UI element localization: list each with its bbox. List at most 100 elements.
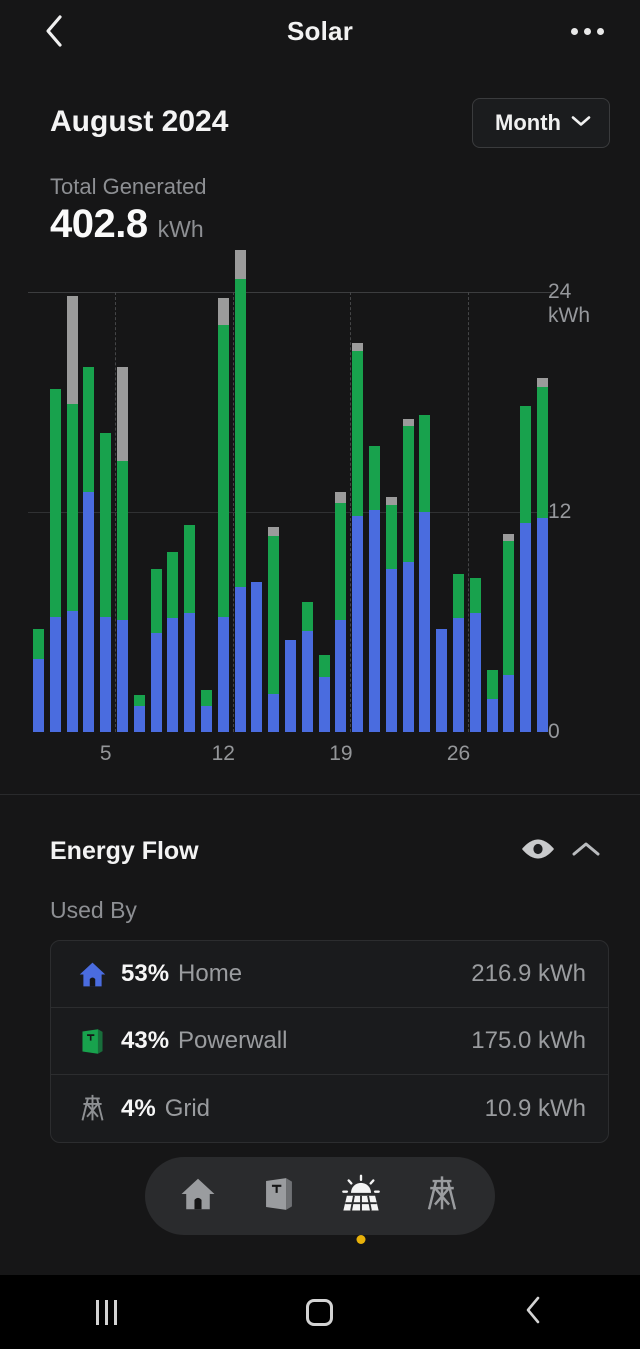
chart-bar[interactable] [469, 578, 481, 732]
collapse-section-button[interactable] [562, 831, 610, 871]
chart-bar[interactable] [83, 367, 95, 732]
chart-bar[interactable] [66, 295, 78, 732]
energy-flow-header: Energy Flow [50, 831, 610, 871]
total-generated-unit: kWh [157, 216, 204, 242]
bar-segment-home [83, 491, 95, 732]
chart-bar[interactable] [184, 524, 196, 732]
bar-segment-home [117, 620, 128, 732]
used-by-row[interactable]: 4% Grid 10.9 kWh [51, 1075, 608, 1142]
chart-bar[interactable] [133, 695, 145, 732]
bar-segment-powerwall [66, 403, 78, 611]
bar-segment-powerwall [167, 552, 179, 619]
chart-bar[interactable] [268, 526, 280, 732]
tab-bar [145, 1157, 495, 1244]
bar-segment-powerwall [201, 689, 212, 707]
bar-segment-grid [352, 343, 364, 351]
bar-segment-powerwall [217, 325, 229, 617]
chart-bars [33, 249, 548, 732]
bar-segment-home [402, 561, 414, 732]
chart-bar[interactable] [385, 497, 397, 732]
tab-powerwall[interactable] [244, 1157, 314, 1235]
more-options-button[interactable] [564, 14, 610, 48]
x-tick-19: 19 [329, 742, 353, 765]
total-generated-value: 402.8 [50, 202, 148, 246]
chart-bar[interactable] [150, 568, 162, 732]
solar-panel-icon [341, 1174, 381, 1219]
chart-bar[interactable] [436, 629, 448, 732]
android-navigation-bar [0, 1275, 640, 1349]
used-by-name: Powerwall [178, 1027, 288, 1054]
chart-bar[interactable] [49, 389, 61, 732]
bar-segment-home [150, 633, 162, 732]
bar-segment-grid [66, 295, 78, 404]
bar-segment-home [318, 677, 330, 732]
bar-segment-grid [385, 497, 397, 505]
bar-segment-powerwall [184, 524, 196, 613]
bar-segment-powerwall [133, 695, 145, 707]
android-recents-button[interactable] [0, 1275, 213, 1349]
bar-segment-home [66, 611, 78, 732]
chart-bar[interactable] [100, 433, 112, 732]
bar-segment-powerwall [234, 279, 246, 588]
chart-bar[interactable] [117, 367, 128, 732]
chart-bar[interactable] [201, 689, 212, 732]
used-by-row[interactable]: 53% Home 216.9 kWh [51, 941, 608, 1008]
period-selector[interactable]: Month [472, 98, 610, 148]
chart-bar[interactable] [369, 446, 380, 732]
android-home-button[interactable] [213, 1275, 426, 1349]
home-icon [75, 957, 109, 991]
chart-bar[interactable] [217, 297, 229, 732]
chart-bar[interactable] [234, 249, 246, 732]
chart-bar[interactable] [352, 343, 364, 732]
bar-segment-home [251, 581, 263, 732]
bar-segment-grid [234, 249, 246, 280]
tab-home[interactable] [163, 1157, 233, 1235]
bar-segment-home [285, 640, 296, 732]
back-button[interactable] [34, 11, 74, 51]
chart-bar[interactable] [419, 414, 431, 732]
bar-segment-grid [537, 378, 548, 388]
y-tick-12: 12 [548, 500, 572, 523]
tab-grid-tower[interactable] [407, 1157, 477, 1235]
period-selector-label: Month [495, 110, 561, 135]
chart-bar[interactable] [167, 552, 179, 732]
used-by-list: 53% Home 216.9 kWh 43% Powerwall 175.0 kWh 4% G… [50, 940, 609, 1143]
android-back-button[interactable] [427, 1275, 640, 1349]
app-top-bar: Solar [0, 0, 640, 62]
overflow-menu-icon [596, 27, 604, 35]
chart-bar[interactable] [251, 581, 263, 732]
solar-screen: Solar August 2024 Month Total Generated … [0, 0, 640, 1349]
bar-segment-home [385, 568, 397, 732]
chart-bar[interactable] [537, 378, 548, 732]
x-tick-12: 12 [211, 742, 235, 765]
home-square-icon [306, 1298, 334, 1326]
month-title: August 2024 [50, 105, 229, 138]
used-by-row[interactable]: 43% Powerwall 175.0 kWh [51, 1008, 608, 1075]
bar-segment-powerwall [486, 669, 498, 699]
bar-segment-home [436, 629, 448, 732]
bar-segment-home [537, 517, 548, 732]
chart-bar[interactable] [486, 669, 498, 732]
eye-icon [520, 837, 556, 866]
chart-bar[interactable] [402, 418, 414, 732]
chart-bar[interactable] [453, 574, 464, 732]
chart-bar[interactable] [503, 534, 515, 732]
tab-solar-panel[interactable] [326, 1157, 396, 1244]
used-by-percent: 43% [121, 1027, 170, 1054]
solar-bar-chart[interactable]: 24 kWh 12 0 5 12 19 26 [0, 249, 640, 772]
visibility-toggle-button[interactable] [514, 831, 562, 871]
chart-bar[interactable] [301, 601, 313, 732]
week-separator [232, 292, 234, 732]
chart-bar[interactable] [285, 640, 296, 732]
used-by-value: 10.9 kWh [484, 1094, 586, 1122]
chart-bar[interactable] [318, 655, 330, 732]
x-tick-26: 26 [446, 742, 471, 765]
tab-bar-wrapper [0, 1157, 640, 1244]
chart-bar[interactable] [335, 491, 347, 732]
bar-segment-powerwall [49, 389, 61, 617]
powerwall-icon [259, 1174, 299, 1219]
bar-segment-powerwall [520, 405, 532, 523]
bar-segment-grid [217, 297, 229, 325]
chart-bar[interactable] [33, 629, 44, 732]
chart-bar[interactable] [520, 405, 532, 732]
